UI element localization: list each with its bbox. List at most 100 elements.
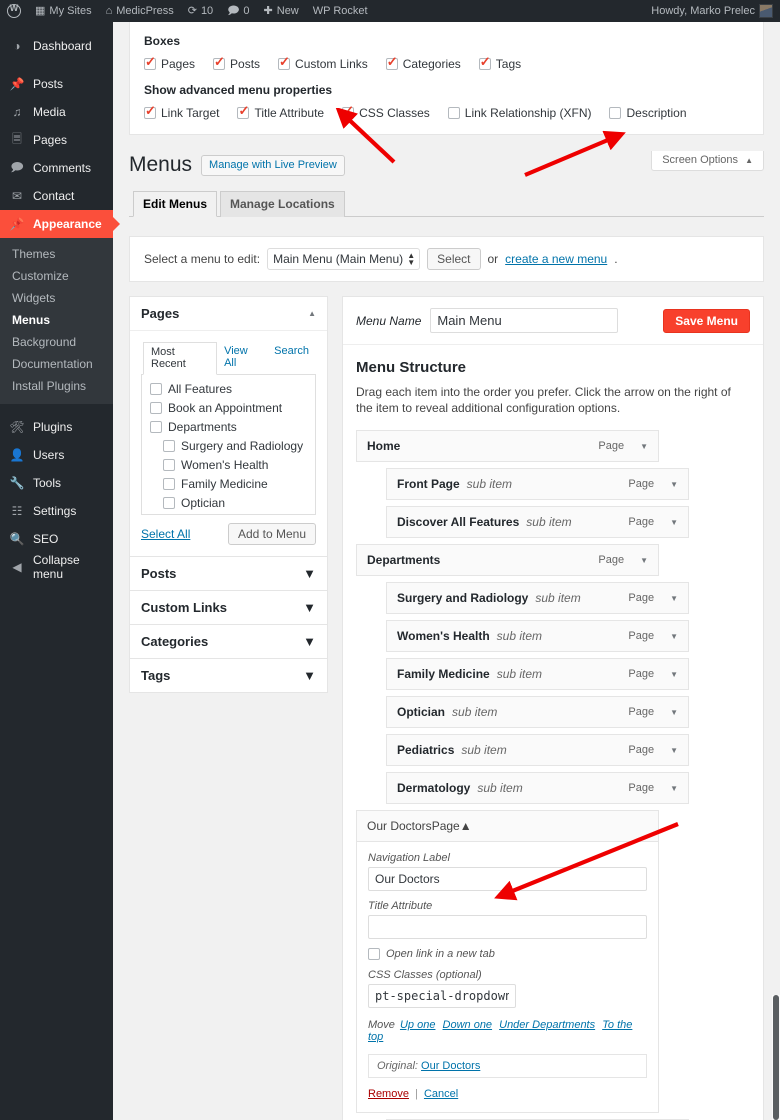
select-button[interactable]: Select — [427, 248, 481, 270]
sidebar-subitem-documentation[interactable]: Documentation — [0, 353, 113, 375]
checkbox-pages[interactable]: Pages — [144, 55, 195, 71]
categories-accordion-header[interactable]: Categories ▼ — [129, 625, 328, 659]
sidebar-item-settings[interactable]: ☷ Settings — [0, 497, 113, 525]
checkbox-custom-links[interactable]: Custom Links — [278, 55, 368, 71]
add-to-menu-button[interactable]: Add to Menu — [227, 523, 316, 545]
custom-links-accordion-header[interactable]: Custom Links ▼ — [129, 591, 328, 625]
chevron-down-icon[interactable]: ▼ — [670, 480, 678, 489]
checkbox-description[interactable]: Description — [609, 106, 687, 120]
sidebar-item-dashboard[interactable]: ◑ Dashboard — [0, 32, 113, 60]
updates-button[interactable]: ⟳ 10 — [181, 0, 220, 22]
move-up-one-link[interactable]: Up one — [400, 1019, 435, 1031]
scrollbar-thumb[interactable] — [773, 995, 779, 1120]
checkbox-link-target[interactable]: Link Target — [144, 104, 219, 120]
open-in-new-tab-checkbox[interactable]: Open link in a new tab — [368, 948, 647, 960]
site-name-menu[interactable]: ⌂ MedicPress — [99, 0, 181, 22]
menu-item-row[interactable]: Surgery and Radiology sub item Page ▼ — [386, 582, 689, 614]
posts-accordion-header[interactable]: Posts ▼ — [129, 557, 328, 591]
tags-accordion-header[interactable]: Tags ▼ — [129, 659, 328, 693]
chevron-down-icon[interactable]: ▼ — [670, 670, 678, 679]
sidebar-item-collapse-menu[interactable]: ◀ Collapse menu — [0, 553, 113, 581]
chevron-down-icon[interactable]: ▼ — [640, 556, 648, 565]
list-item[interactable]: Departments — [150, 420, 307, 434]
page-scrollbar[interactable] — [772, 995, 780, 1120]
sidebar-item-pages[interactable]: 🗏 Pages — [0, 126, 113, 154]
checkbox-posts[interactable]: Posts — [213, 55, 260, 71]
menu-item-row[interactable]: Discover All Features sub item Page ▼ — [386, 506, 689, 538]
original-link[interactable]: Our Doctors — [421, 1060, 480, 1072]
list-item[interactable]: All Features — [150, 382, 307, 396]
menu-item-row[interactable]: Pediatrics sub item Page ▼ — [386, 734, 689, 766]
create-new-menu-link[interactable]: create a new menu — [505, 252, 607, 266]
wp-logo-button[interactable] — [0, 0, 28, 22]
sidebar-item-users[interactable]: 👤 Users — [0, 441, 113, 469]
sidebar-item-appearance[interactable]: 📌 Appearance — [0, 210, 120, 238]
chevron-down-icon: ▼ — [303, 566, 316, 581]
sidebar-subitem-themes[interactable]: Themes — [0, 243, 113, 265]
menu-item-row[interactable]: Home Page ▼ — [356, 430, 659, 462]
chevron-down-icon[interactable]: ▼ — [670, 746, 678, 755]
sidebar-item-comments[interactable]: 🗩 Comments — [0, 154, 113, 182]
checkbox-categories[interactable]: Categories — [385, 55, 461, 71]
live-preview-button[interactable]: Manage with Live Preview — [201, 154, 345, 176]
menu-name-input[interactable] — [430, 308, 619, 333]
comments-button[interactable]: 🗩 0 — [220, 0, 256, 22]
tab-manage-locations[interactable]: Manage Locations — [220, 191, 345, 217]
sidebar-subitem-background[interactable]: Background — [0, 331, 113, 353]
menu-item-row[interactable]: Dermatology sub item Page ▼ — [386, 772, 689, 804]
screen-options-toggle-button[interactable]: Screen Options ▲ — [651, 151, 764, 171]
menu-item-row[interactable]: Optician sub item Page ▼ — [386, 696, 689, 728]
chevron-down-icon[interactable]: ▼ — [670, 518, 678, 527]
checkbox-title-attribute[interactable]: Title Attribute — [237, 104, 324, 120]
list-item[interactable]: Book an Appointment — [150, 401, 307, 415]
sidebar-item-contact[interactable]: ✉ Contact — [0, 182, 113, 210]
chevron-down-icon[interactable]: ▼ — [640, 442, 648, 451]
move-down-one-link[interactable]: Down one — [443, 1019, 493, 1031]
checkbox-link-relationship[interactable]: Link Relationship (XFN) — [447, 106, 591, 120]
select-all-link[interactable]: Select All — [141, 527, 190, 541]
sidebar-subitem-widgets[interactable]: Widgets — [0, 287, 113, 309]
tab-edit-menus[interactable]: Edit Menus — [133, 191, 218, 217]
list-item[interactable]: Women's Health — [150, 458, 307, 472]
sidebar-item-posts[interactable]: 📌 Posts — [0, 70, 113, 98]
move-under-departments-link[interactable]: Under Departments — [499, 1019, 595, 1031]
remove-link[interactable]: Remove — [368, 1088, 409, 1100]
css-classes-input[interactable] — [368, 984, 516, 1008]
sidebar-item-seo[interactable]: 🔍 SEO — [0, 525, 113, 553]
chevron-down-icon[interactable]: ▼ — [670, 784, 678, 793]
title-attribute-input[interactable] — [368, 915, 647, 939]
sidebar-subitem-menus[interactable]: Menus — [0, 309, 113, 331]
chevron-down-icon[interactable]: ▼ — [670, 594, 678, 603]
tab-search[interactable]: Search — [267, 342, 316, 375]
my-sites-menu[interactable]: ▦ My Sites — [28, 0, 99, 22]
account-menu[interactable]: Howdy, Marko Prelec — [644, 0, 780, 22]
tab-view-all[interactable]: View All — [217, 342, 267, 375]
list-item[interactable]: Surgery and Radiology — [150, 439, 307, 453]
menu-item-row[interactable]: Women's Health sub item Page ▼ — [386, 620, 689, 652]
new-content-menu[interactable]: ✚ New — [257, 0, 306, 22]
pages-accordion-header[interactable]: Pages ▲ — [130, 297, 327, 331]
list-item[interactable]: Family Medicine — [150, 477, 307, 491]
menu-item-row[interactable]: Family Medicine sub item Page ▼ — [386, 658, 689, 690]
tab-most-recent[interactable]: Most Recent — [143, 342, 218, 375]
sidebar-subitem-install-plugins[interactable]: Install Plugins — [0, 375, 113, 397]
cancel-link[interactable]: Cancel — [424, 1088, 458, 1100]
checkbox-css-classes[interactable]: CSS Classes — [342, 104, 430, 120]
sidebar-item-tools[interactable]: 🔧 Tools — [0, 469, 113, 497]
menu-select-dropdown[interactable]: Main Menu (Main Menu) ▲ ▼ — [267, 248, 421, 270]
checkbox-tags[interactable]: Tags — [478, 55, 521, 71]
chevron-up-icon[interactable]: ▲ — [460, 819, 472, 833]
list-item[interactable]: Optician — [150, 496, 307, 510]
sidebar-item-plugins[interactable]: 🛠 Plugins — [0, 413, 113, 441]
wp-rocket-menu[interactable]: WP Rocket — [306, 0, 375, 22]
pages-list-panel[interactable]: All Features Book an Appointment Departm… — [141, 375, 316, 515]
menu-item-row[interactable]: Front Page sub item Page ▼ — [386, 468, 689, 500]
chevron-down-icon[interactable]: ▼ — [670, 632, 678, 641]
sidebar-subitem-customize[interactable]: Customize — [0, 265, 113, 287]
chevron-down-icon[interactable]: ▼ — [670, 708, 678, 717]
menu-item-expanded-header[interactable]: Our Doctors Page ▲ — [357, 811, 658, 842]
save-menu-button[interactable]: Save Menu — [663, 308, 750, 333]
navigation-label-input[interactable] — [368, 867, 647, 891]
sidebar-item-media[interactable]: ♫ Media — [0, 98, 113, 126]
menu-item-row[interactable]: Departments Page ▼ — [356, 544, 659, 576]
